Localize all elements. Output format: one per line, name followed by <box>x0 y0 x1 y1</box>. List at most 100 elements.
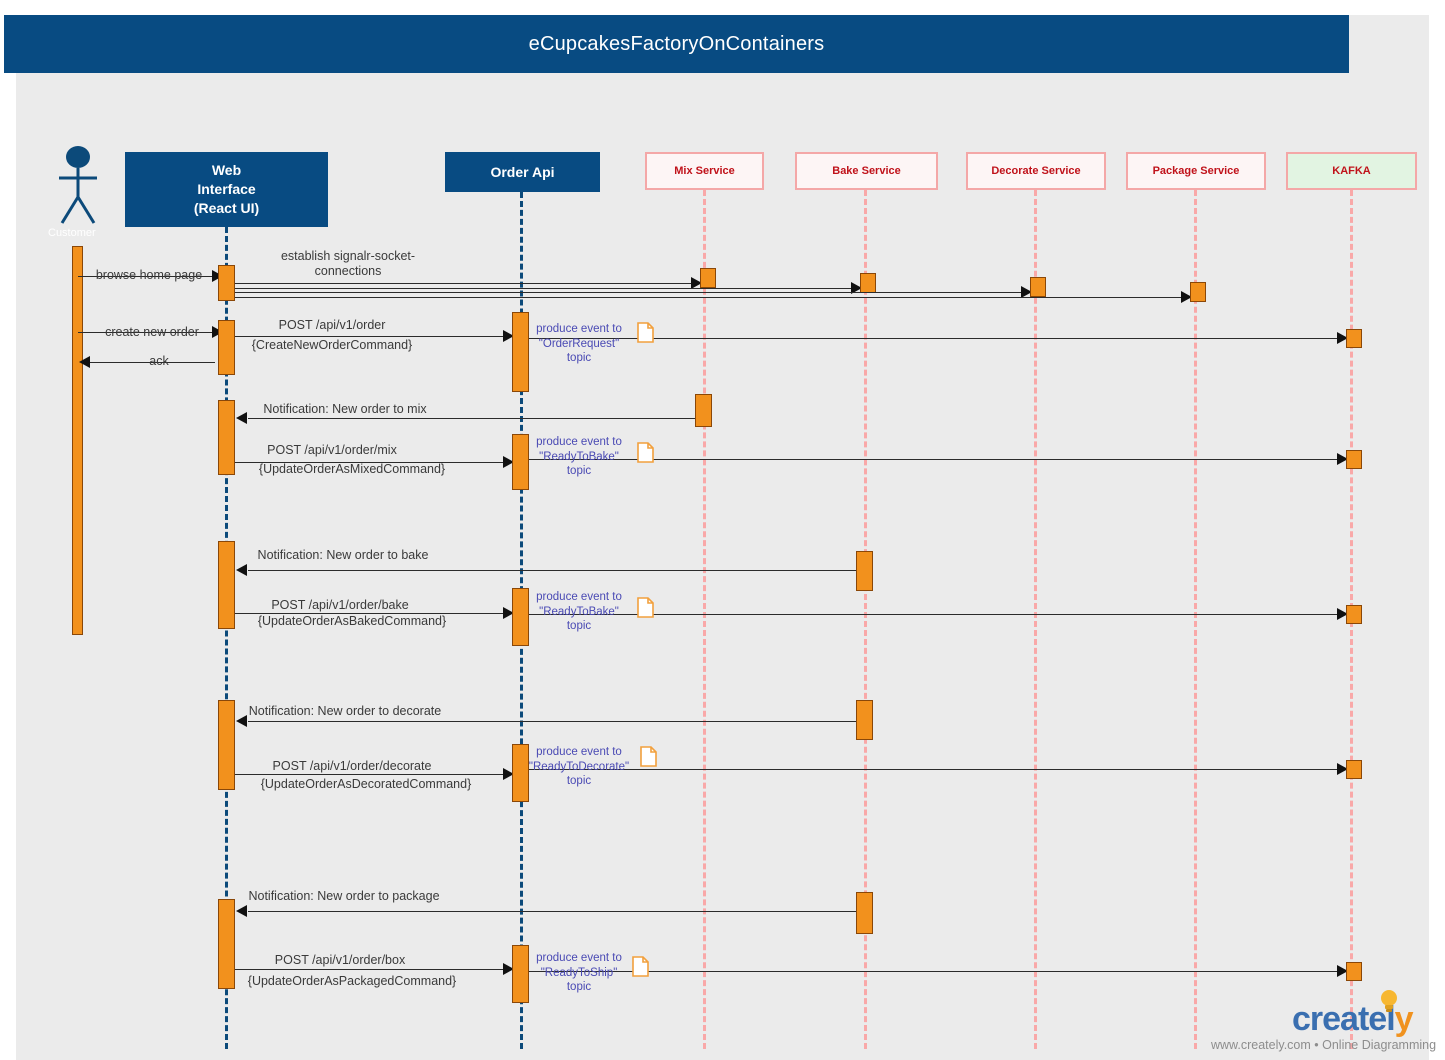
note-line2: "ReadyToShip" <box>540 966 618 979</box>
actor-stick-figure-icon <box>59 146 97 224</box>
message-line-notify-mix <box>248 418 703 419</box>
note-produce-ready-to-ship: produce event to "ReadyToShip" topic <box>536 951 622 995</box>
participant-decorate-service[interactable]: Decorate Service <box>966 152 1106 190</box>
message-label-post-mix-line1: POST /api/v1/order/mix <box>267 443 397 457</box>
participant-web-label-line3: (React UI) <box>193 200 260 216</box>
note-line2: "ReadyToDecorate" <box>528 760 630 773</box>
participant-web-label-line2: Interface <box>197 181 256 197</box>
activation-order-api-5 <box>512 945 529 1003</box>
document-note-icon <box>632 956 649 977</box>
participant-order-api-label: Order Api <box>490 163 555 180</box>
message-label-post-decorate-line2: {UpdateOrderAsDecoratedCommand} <box>260 777 472 791</box>
actor-customer[interactable] <box>48 145 108 235</box>
message-label-notify-mix: Notification: New order to mix <box>263 402 427 416</box>
message-label-post-bake-line1: POST /api/v1/order/bake <box>271 598 409 612</box>
message-arrowhead-notify-bake <box>236 564 247 576</box>
lifeline-package-service <box>1194 190 1197 1049</box>
note-line1: produce event to <box>536 323 622 335</box>
message-label-post-mix-line2: {UpdateOrderAsMixedCommand} <box>258 462 446 476</box>
sequence-diagram-canvas: eCupcakesFactoryOnContainers Customer We… <box>0 0 1445 1060</box>
participant-web-interface[interactable]: Web Interface (React UI) <box>125 152 328 227</box>
activation-order-api-2 <box>512 434 529 490</box>
activation-kafka-4 <box>1346 760 1362 779</box>
document-note-icon <box>637 322 654 343</box>
message-line-signalr-to-package <box>235 297 1185 298</box>
note-line1: produce event to <box>536 436 622 448</box>
note-line1: produce event to <box>536 952 622 964</box>
message-label-post-box-line1: POST /api/v1/order/box <box>274 953 406 967</box>
message-line-signalr-to-mix <box>235 283 695 284</box>
note-produce-order-request: produce event to "OrderRequest" topic <box>536 322 622 366</box>
participant-mix-service[interactable]: Mix Service <box>645 152 764 190</box>
message-label-post-bake-line2: {UpdateOrderAsBakedCommand} <box>257 614 447 628</box>
activation-mix-2 <box>695 394 712 427</box>
message-label-notify-package: Notification: New order to package <box>248 889 440 903</box>
activation-web-4 <box>218 541 235 629</box>
message-label-post-box-line2: {UpdateOrderAsPackagedCommand} <box>247 974 457 988</box>
note-line2: "ReadyToBake" <box>539 605 619 618</box>
participant-kafka-label: KAFKA <box>1332 165 1371 177</box>
activation-web-2 <box>218 320 235 375</box>
activation-bake-2 <box>856 551 873 591</box>
message-arrowhead-notify-decorate <box>236 715 247 727</box>
activation-kafka-1 <box>1346 329 1362 348</box>
participant-package-service[interactable]: Package Service <box>1126 152 1266 190</box>
activation-kafka-3 <box>1346 605 1362 624</box>
lifeline-decorate-service <box>1034 190 1037 1049</box>
note-line3: topic <box>566 352 592 364</box>
document-note-icon <box>640 746 657 767</box>
participant-order-api[interactable]: Order Api <box>445 152 600 192</box>
activation-customer <box>72 246 83 635</box>
activation-order-api-3 <box>512 588 529 646</box>
document-note-icon <box>637 597 654 618</box>
creately-watermark: creately <box>1292 990 1414 1039</box>
message-label-notify-bake: Notification: New order to bake <box>257 548 429 562</box>
activation-bake-3 <box>856 700 873 740</box>
creately-logo-text-a: create <box>1292 1000 1387 1038</box>
message-label-establish-signalr-line2: connections <box>314 264 382 278</box>
message-label-browse-home-page: browse home page <box>95 268 203 282</box>
activation-web-5 <box>218 700 235 790</box>
participant-bake-service[interactable]: Bake Service <box>795 152 938 190</box>
activation-web-6 <box>218 899 235 989</box>
note-line1: produce event to <box>536 591 622 603</box>
message-label-post-decorate-line1: POST /api/v1/order/decorate <box>272 759 432 773</box>
message-line-notify-bake <box>248 570 864 571</box>
activation-decorate-1 <box>1030 277 1046 297</box>
message-arrowhead-notify-mix <box>236 412 247 424</box>
note-line3: topic <box>566 981 592 993</box>
message-label-ack: ack <box>149 354 169 368</box>
note-line3: topic <box>566 465 592 477</box>
participant-decorate-label: Decorate Service <box>991 165 1081 177</box>
message-line-post-order <box>235 336 507 337</box>
activation-web-1 <box>218 265 235 301</box>
message-line-produce-ready-to-decorate <box>529 769 1341 770</box>
message-label-create-new-order: create new order <box>105 325 199 339</box>
page-title: eCupcakesFactoryOnContainers <box>528 32 825 55</box>
lifeline-mix-service <box>703 190 706 1049</box>
participant-kafka[interactable]: KAFKA <box>1286 152 1417 190</box>
activation-package-1 <box>1190 282 1206 302</box>
activation-mix-1 <box>700 268 716 288</box>
message-line-signalr-to-decorate <box>235 292 1025 293</box>
creately-tagline: www.creately.com • Online Diagramming <box>1211 1038 1437 1052</box>
actor-customer-label: Customer <box>48 227 96 239</box>
document-note-icon <box>637 442 654 463</box>
lightbulb-icon <box>1381 990 1397 1012</box>
note-line2: "ReadyToBake" <box>539 450 619 463</box>
diagram-title-bar: eCupcakesFactoryOnContainers <box>4 15 1349 73</box>
participant-bake-label: Bake Service <box>832 165 901 177</box>
activation-bake-1 <box>860 273 876 293</box>
activation-kafka-5 <box>1346 962 1362 981</box>
message-line-signalr-to-bake <box>235 288 855 289</box>
message-label-establish-signalr-line1: establish signalr-socket- <box>280 249 416 263</box>
note-line1: produce event to <box>536 746 622 758</box>
message-line-notify-package <box>248 911 864 912</box>
message-arrowhead-notify-package <box>236 905 247 917</box>
note-produce-ready-to-bake-2: produce event to "ReadyToBake" topic <box>536 590 622 634</box>
message-label-post-order-line2: {CreateNewOrderCommand} <box>251 338 413 352</box>
note-line3: topic <box>566 620 592 632</box>
activation-order-api-1 <box>512 312 529 392</box>
activation-bake-4 <box>856 892 873 934</box>
note-produce-ready-to-decorate: produce event to "ReadyToDecorate" topic <box>529 745 629 789</box>
